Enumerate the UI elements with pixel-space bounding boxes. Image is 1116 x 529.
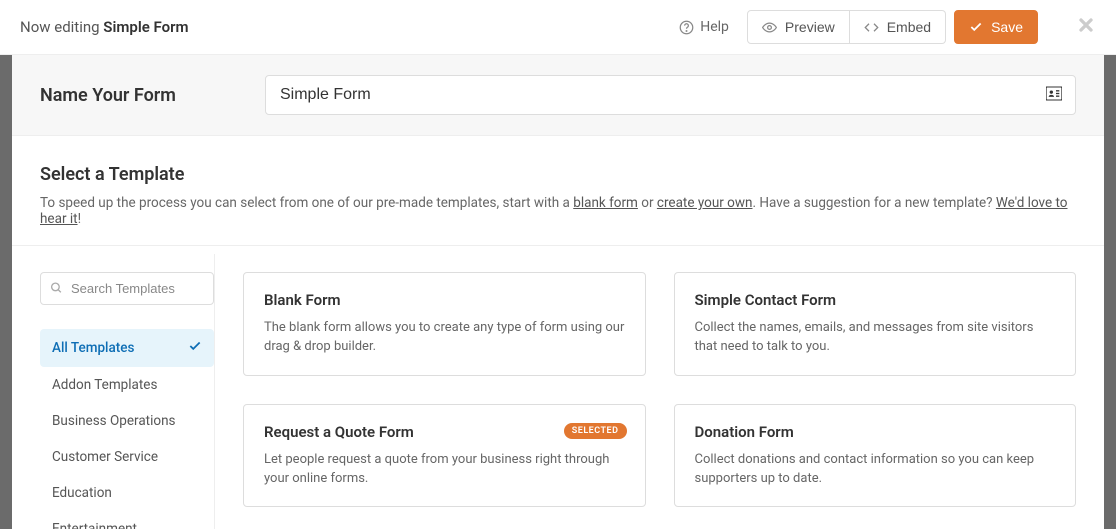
editing-form-name: Simple Form <box>103 18 188 36</box>
template-content: All Templates Addon Templates Business O… <box>12 245 1104 529</box>
topbar: Now editing Simple Form Help Preview Emb… <box>0 0 1116 55</box>
form-name-section: Name Your Form <box>12 55 1104 136</box>
category-label: Addon Templates <box>52 377 157 393</box>
template-card-blank-form[interactable]: Blank Form The blank form allows you to … <box>243 272 646 376</box>
category-list: All Templates Addon Templates Business O… <box>40 329 214 529</box>
blank-form-link[interactable]: blank form <box>573 195 638 211</box>
template-title: Simple Contact Form <box>695 291 1056 309</box>
template-desc: The blank form allows you to create any … <box>264 319 625 357</box>
right-strip <box>1104 55 1116 529</box>
preview-button[interactable]: Preview <box>747 10 850 44</box>
selected-badge: SELECTED <box>564 423 627 439</box>
category-label: Education <box>52 485 112 501</box>
code-icon <box>864 20 879 35</box>
help-label: Help <box>700 19 729 35</box>
check-icon <box>969 20 983 34</box>
template-card-request-quote[interactable]: SELECTED Request a Quote Form Let people… <box>243 404 646 508</box>
left-strip <box>0 55 12 529</box>
template-sidebar: All Templates Addon Templates Business O… <box>40 254 215 529</box>
form-name-input[interactable] <box>265 75 1076 115</box>
templates-grid: Blank Form The blank form allows you to … <box>215 254 1076 529</box>
topbar-actions: Help Preview Embed Save <box>669 10 1096 44</box>
template-desc: Collect donations and contact informatio… <box>695 451 1056 489</box>
app-window: Now editing Simple Form Help Preview Emb… <box>0 0 1116 529</box>
template-description: To speed up the process you can select f… <box>40 195 1076 227</box>
help-icon <box>679 20 694 35</box>
category-addon-templates[interactable]: Addon Templates <box>40 367 214 403</box>
template-header: Select a Template To speed up the proces… <box>12 136 1104 245</box>
preview-embed-group: Preview Embed <box>747 10 946 44</box>
preview-label: Preview <box>785 19 835 35</box>
close-button[interactable] <box>1076 15 1096 39</box>
template-title: Blank Form <box>264 291 625 309</box>
create-own-link[interactable]: create your own <box>657 195 753 211</box>
editing-title: Now editing Simple Form <box>20 18 189 36</box>
check-icon <box>188 339 202 357</box>
main-panel: Name Your Form Select a Template To spee… <box>12 55 1104 529</box>
search-input[interactable] <box>40 272 214 305</box>
save-button[interactable]: Save <box>954 10 1038 44</box>
form-name-input-wrap <box>265 75 1076 115</box>
category-label: Business Operations <box>52 413 176 429</box>
template-card-donation[interactable]: Donation Form Collect donations and cont… <box>674 404 1077 508</box>
search-icon <box>50 279 63 298</box>
eye-icon <box>762 20 777 35</box>
form-name-label: Name Your Form <box>40 85 265 106</box>
embed-label: Embed <box>887 19 931 35</box>
category-education[interactable]: Education <box>40 475 214 511</box>
category-entertainment[interactable]: Entertainment <box>40 511 214 529</box>
page-body: Name Your Form Select a Template To spee… <box>0 55 1116 529</box>
contact-card-icon <box>1046 86 1062 105</box>
category-customer-service[interactable]: Customer Service <box>40 439 214 475</box>
category-label: Entertainment <box>52 521 137 529</box>
embed-button[interactable]: Embed <box>850 10 946 44</box>
category-label: Customer Service <box>52 449 158 465</box>
template-desc: Collect the names, emails, and messages … <box>695 319 1056 357</box>
template-card-simple-contact[interactable]: Simple Contact Form Collect the names, e… <box>674 272 1077 376</box>
category-business-operations[interactable]: Business Operations <box>40 403 214 439</box>
category-label: All Templates <box>52 340 134 356</box>
search-wrap <box>40 272 214 305</box>
help-link[interactable]: Help <box>669 19 739 35</box>
save-label: Save <box>991 19 1023 35</box>
template-title: Donation Form <box>695 423 1056 441</box>
category-all-templates[interactable]: All Templates <box>40 329 214 367</box>
editing-prefix: Now editing <box>20 18 103 36</box>
close-icon <box>1076 15 1096 35</box>
template-heading: Select a Template <box>40 164 1076 185</box>
template-desc: Let people request a quote from your bus… <box>264 451 625 489</box>
